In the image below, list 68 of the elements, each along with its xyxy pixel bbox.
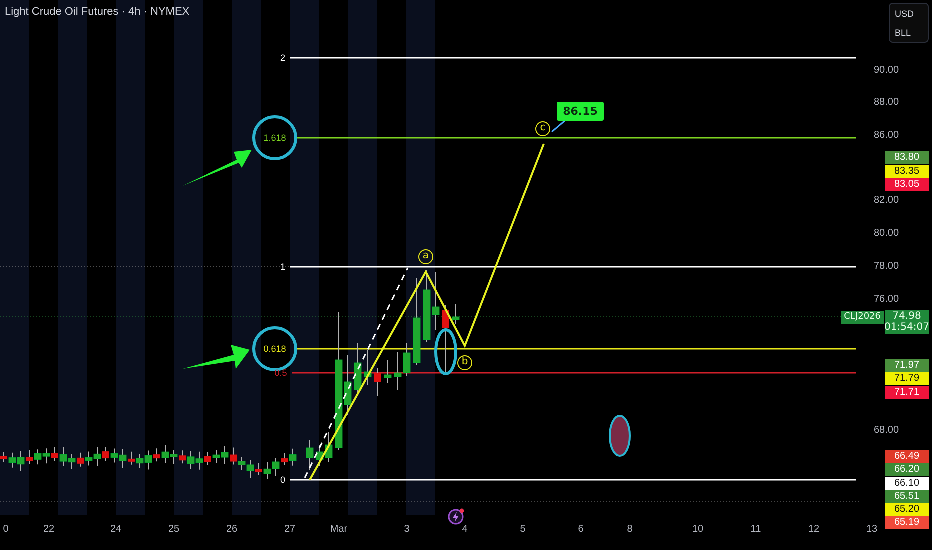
pointer-arrow [183,345,250,369]
fib-level-label: 2 [280,52,286,64]
fib-level-label: 1.618 [264,132,286,144]
time-axis-label: 13 [866,523,878,537]
price-tag: 71.79 [885,372,929,385]
bar-countdown: 01:54:07 [884,322,930,333]
currency-label: USD [895,8,916,18]
candle [374,368,382,396]
price-axis-label: 82.00 [874,194,900,208]
wave-label: b [458,356,472,370]
candle [442,304,450,374]
price-tag: 71.71 [885,386,929,399]
fib-level-label: 0.5 [274,367,288,379]
fib-level-label: 0.618 [264,343,286,355]
price-tag: 66.49 [885,450,929,463]
fib-level-label: 1 [280,261,286,273]
highlight-circle [252,326,298,372]
time-axis-label: 24 [110,523,122,537]
time-axis-label: 5 [520,523,526,537]
price-axis-label: 80.00 [874,227,900,241]
callout-line [552,120,566,133]
price-tag: 65.51 [885,490,929,503]
time-axis-label: 11 [750,523,762,537]
time-axis-label: 25 [168,523,180,537]
time-axis-label: 12 [808,523,820,537]
price-axis-label: 78.00 [874,260,900,274]
lightning-icon[interactable] [448,508,464,525]
price-axis-label: 68.00 [874,424,900,438]
last-price: 74.98 [892,311,922,322]
highlight-ellipse [434,328,458,376]
price-tag: 65.20 [885,503,929,516]
currency-unit-box[interactable]: USD BLL [889,3,929,43]
price-axis-label: 88.00 [874,96,900,110]
pointer-arrow [183,150,252,186]
price-tag: 83.35 [885,165,929,178]
chart-title: Light Crude Oil Futures · 4h · NYMEX [5,6,190,18]
candle [364,350,372,386]
time-axis-label: Mar [330,523,348,537]
time-axis-label: 6 [578,523,584,537]
wave-label: c [536,122,550,136]
time-axis-label: 8 [627,523,633,537]
price-axis-label: 76.00 [874,293,900,307]
time-axis-label: 4 [462,523,468,537]
candle [354,342,362,396]
time-axis-label: 3 [404,523,410,537]
time-axis-label: 0 [3,523,9,537]
price-tag: 65.19 [885,516,929,529]
time-axis-label: 26 [226,523,238,537]
unit-label: BLL [895,28,912,38]
time-axis-label: 27 [284,523,296,537]
marker-ellipse [609,415,631,457]
highlight-circle [252,116,298,160]
time-axis-label: 10 [692,523,704,537]
price-tag: 83.05 [885,178,929,191]
candle [384,360,392,384]
target-price-tag: 86.15 [557,102,604,121]
candle [452,304,460,324]
time-axis-label: 22 [43,523,55,537]
price-axis-label: 90.00 [874,64,900,78]
price-axis-label: 86.00 [874,129,900,143]
price-tag: 66.20 [885,463,929,476]
wave-label: a [418,250,434,264]
price-tag: 71.97 [885,359,929,372]
price-tag: 66.10 [885,477,929,490]
candle [306,440,314,470]
fib-level-label: 0 [280,474,286,486]
symbol-tag: CLJ2026 [841,311,884,324]
price-tag: 83.80 [885,151,929,164]
